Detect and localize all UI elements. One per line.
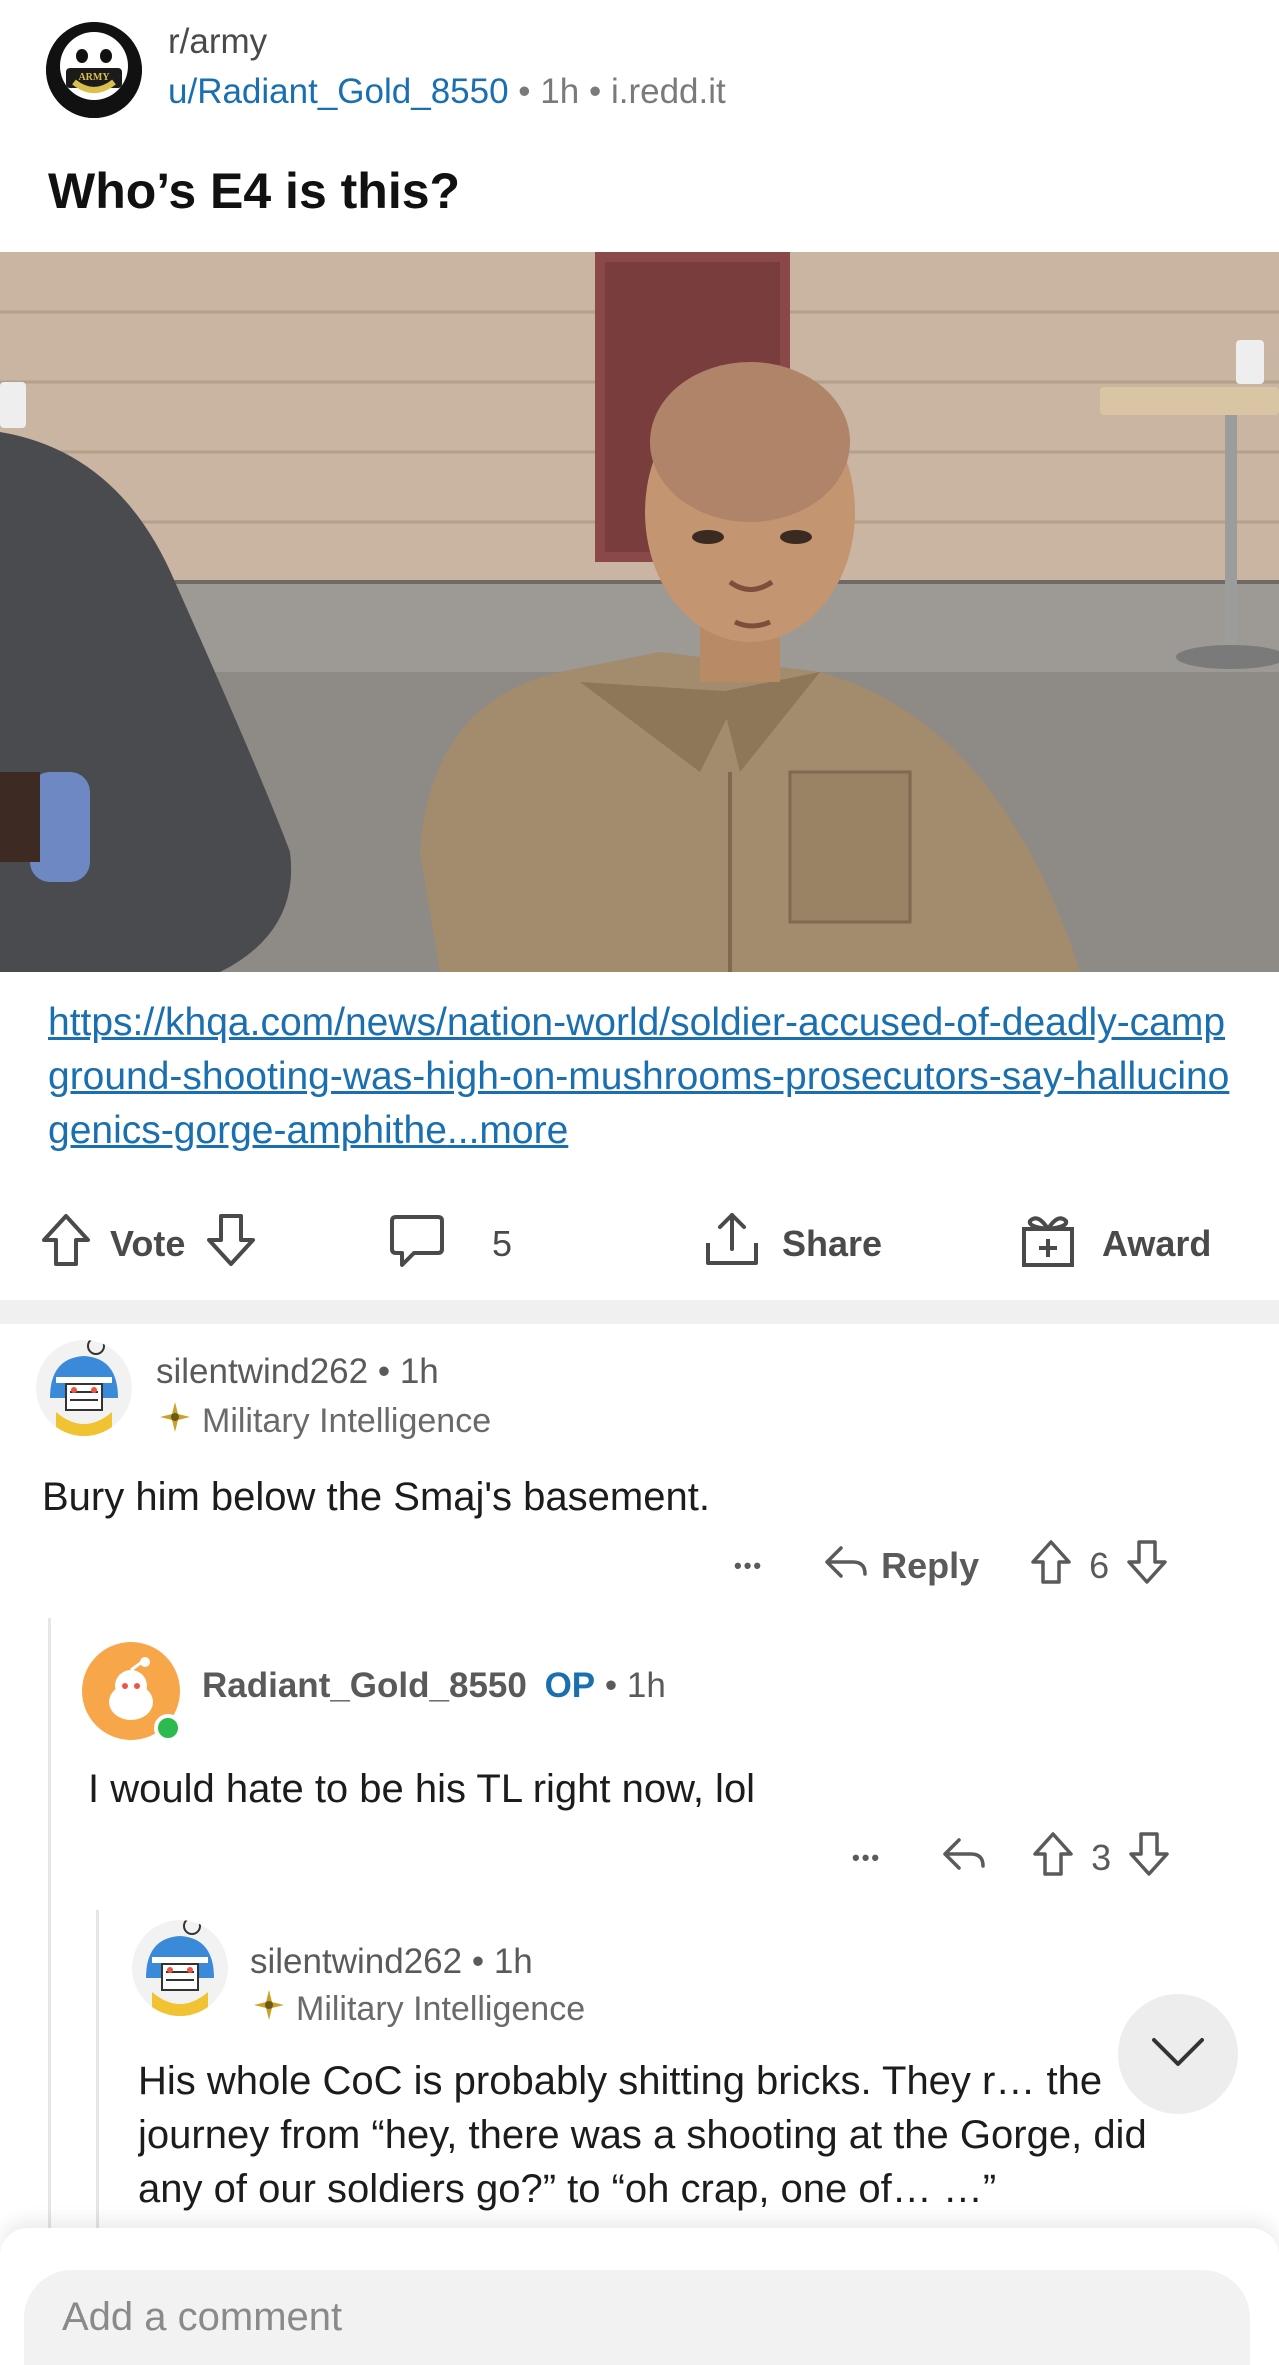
- meta-separator: •: [604, 1666, 618, 1705]
- post-action-bar: Vote 5 Share Award: [0, 1200, 1279, 1288]
- upvote-icon[interactable]: [38, 1210, 94, 1279]
- flair-text: Military Intelligence: [202, 1402, 492, 1440]
- comment-author[interactable]: Radiant_Gold_8550: [202, 1666, 527, 1705]
- comment-action-bar: ••• 3: [852, 1828, 1171, 1888]
- user-flair: Military Intelligence: [158, 1400, 491, 1443]
- meta-separator: •: [471, 1942, 485, 1981]
- more-icon[interactable]: •••: [734, 1553, 763, 1579]
- comment-action-bar: ••• Reply 6: [734, 1536, 1169, 1596]
- share-button[interactable]: Share: [702, 1200, 882, 1288]
- link-more[interactable]: ...more: [447, 1109, 568, 1152]
- comment-age: 1h: [493, 1942, 533, 1981]
- reply-button[interactable]: Reply: [881, 1545, 979, 1587]
- reply-icon[interactable]: [823, 1542, 869, 1591]
- comment-author-line: Radiant_Gold_8550 OP • 1h: [202, 1666, 666, 1706]
- comment-count: 5: [492, 1223, 513, 1264]
- meta-separator: •: [377, 1352, 391, 1391]
- vote-group: Vote: [38, 1200, 259, 1288]
- chevron-down-icon: [1148, 2034, 1208, 2075]
- award-icon: [1018, 1209, 1078, 1280]
- comment-age: 1h: [626, 1666, 666, 1705]
- share-label: Share: [782, 1223, 883, 1264]
- post-author[interactable]: u/Radiant_Gold_8550: [168, 72, 509, 111]
- section-divider: [0, 1300, 1279, 1324]
- comment-author-line: silentwind262 • 1h: [156, 1352, 439, 1392]
- avatar[interactable]: [36, 1340, 132, 1436]
- subreddit-avatar[interactable]: ARMY: [46, 22, 142, 118]
- op-badge: OP: [544, 1666, 596, 1705]
- reply-icon[interactable]: [941, 1834, 987, 1883]
- user-flair: Military Intelligence: [252, 1988, 585, 2031]
- subreddit-name[interactable]: r/army: [168, 22, 267, 62]
- award-button[interactable]: Award: [1018, 1200, 1211, 1288]
- article-link-text[interactable]: https://khqa.com/news/nation-world/soldi…: [48, 1001, 1229, 1152]
- comment-score: 3: [1091, 1837, 1112, 1878]
- intelligence-insignia-icon: [158, 1400, 192, 1443]
- article-link[interactable]: https://khqa.com/news/nation-world/soldi…: [48, 996, 1238, 1158]
- comment-author-line: silentwind262 • 1h: [250, 1942, 533, 1982]
- downvote-icon[interactable]: [1125, 1538, 1169, 1595]
- post-meta: u/Radiant_Gold_8550 • 1h • i.redd.it: [168, 72, 726, 112]
- downvote-icon[interactable]: [203, 1210, 259, 1279]
- comment-age: 1h: [399, 1352, 439, 1391]
- post-domain[interactable]: i.redd.it: [611, 72, 726, 111]
- comment-icon: [386, 1209, 448, 1280]
- thread-line[interactable]: [96, 1910, 99, 2250]
- intelligence-insignia-icon: [252, 1988, 286, 2031]
- more-icon[interactable]: •••: [852, 1845, 881, 1871]
- upvote-icon[interactable]: [1031, 1830, 1075, 1887]
- meta-separator: •: [518, 72, 531, 111]
- avatar[interactable]: [132, 1920, 228, 2016]
- comment-body: His whole CoC is probably shitting brick…: [138, 2059, 1147, 2211]
- svg-text:ARMY: ARMY: [78, 72, 110, 83]
- comment-author[interactable]: silentwind262: [250, 1942, 462, 1981]
- flair-text: Military Intelligence: [296, 1990, 586, 2028]
- avatar[interactable]: [82, 1642, 182, 1742]
- thread-line[interactable]: [48, 1618, 51, 2258]
- comment-author[interactable]: silentwind262: [156, 1352, 368, 1391]
- comment-score: 6: [1089, 1545, 1110, 1586]
- meta-separator: •: [588, 72, 602, 111]
- downvote-icon[interactable]: [1127, 1830, 1171, 1887]
- comment-body: I would hate to be his TL right now, lol: [88, 1767, 756, 1811]
- comments-button[interactable]: 5: [386, 1200, 512, 1288]
- upvote-icon[interactable]: [1029, 1538, 1073, 1595]
- vote-label: Vote: [110, 1223, 186, 1264]
- post-title[interactable]: Who’s E4 is this?: [48, 162, 460, 220]
- award-label: Award: [1102, 1223, 1212, 1264]
- collapse-button[interactable]: [1118, 1994, 1238, 2114]
- post-age: 1h: [540, 72, 580, 111]
- comment-body: Bury him below the Smaj's basement.: [42, 1475, 710, 1519]
- comment-input-placeholder[interactable]: Add a comment: [62, 2295, 342, 2340]
- post-image[interactable]: [0, 252, 1279, 972]
- share-icon: [702, 1209, 762, 1280]
